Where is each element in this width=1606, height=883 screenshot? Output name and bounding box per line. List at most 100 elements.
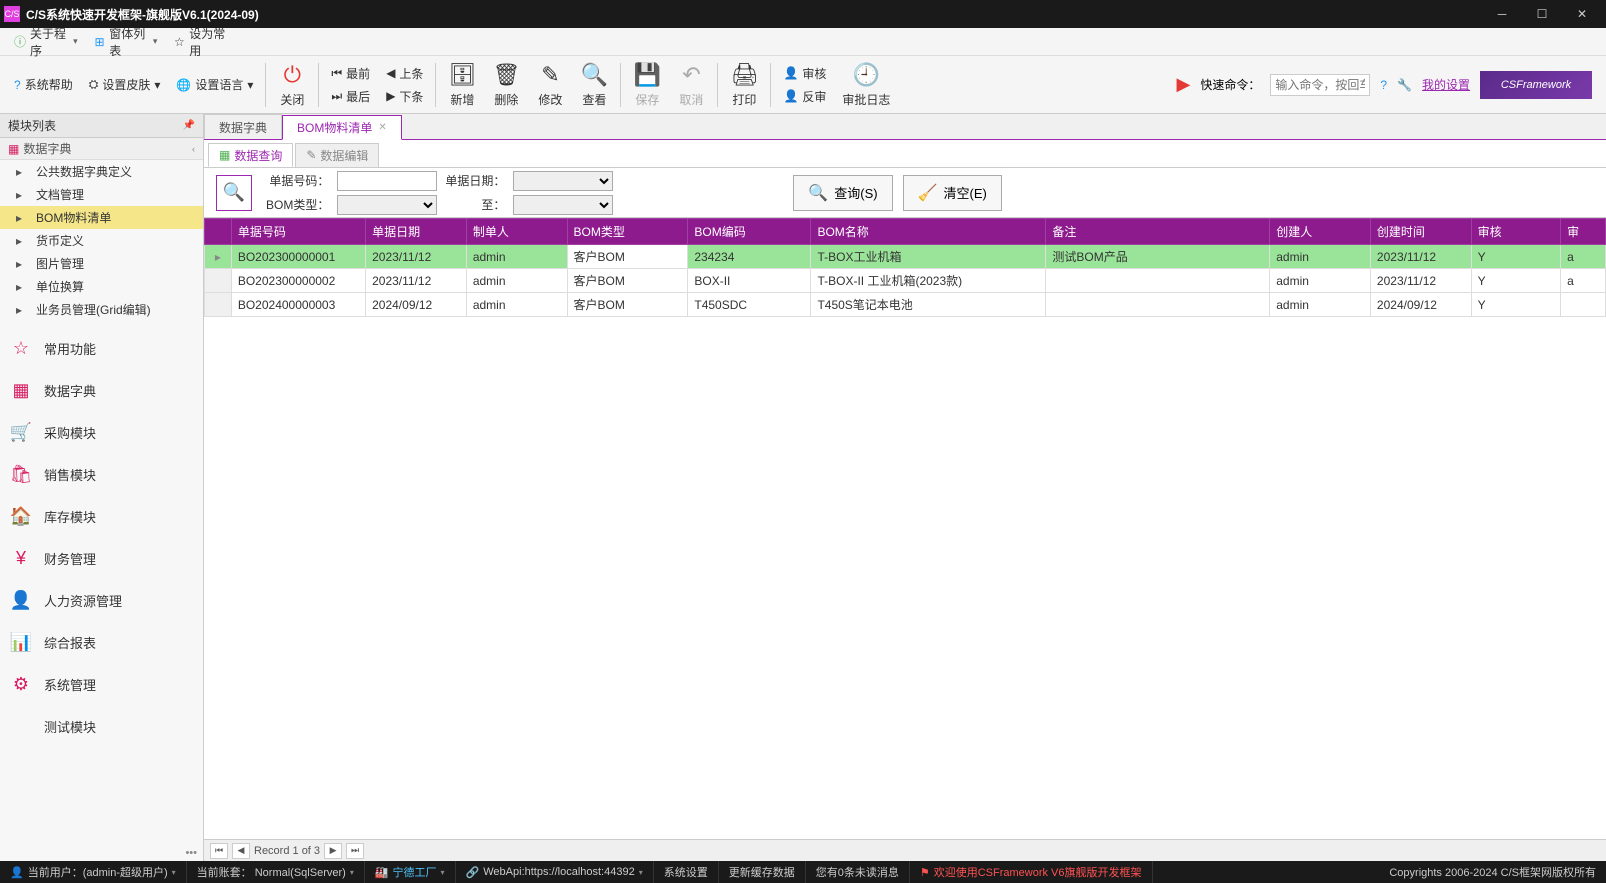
status-refresh-cache[interactable]: 更新缓存数据 [719,861,806,883]
audit-button[interactable]: 👤审核 [783,65,826,82]
status-account[interactable]: 当前账套： Normal(SqlServer)▾ [187,861,365,883]
table-cell[interactable]: 2023/11/12 [366,245,467,269]
close-window-button[interactable]: ✕ [1562,2,1602,26]
audit-log-button[interactable]: 🕘审批日志 [834,59,898,110]
delete-button[interactable]: 🗑删除 [484,59,528,110]
table-cell[interactable]: 客户BOM [567,293,688,317]
table-cell[interactable]: admin [466,245,567,269]
my-settings-link[interactable]: 我的设置 [1422,76,1470,93]
menu-set-default[interactable]: ☆设为常用 [165,23,237,61]
col-header[interactable]: BOM类型 [567,219,688,245]
nav-item[interactable]: ▦数据字典 [0,369,203,411]
nav-item[interactable]: ☆常用功能 [0,327,203,369]
nav-item[interactable]: ¥财务管理 [0,537,203,579]
col-header[interactable]: 单据号码 [231,219,365,245]
table-cell[interactable]: 2023/11/12 [1370,245,1471,269]
tree-item[interactable]: ▸图片管理 [0,252,203,275]
table-cell[interactable]: a [1561,245,1606,269]
tree-item[interactable]: ▸货币定义 [0,229,203,252]
subtab-query[interactable]: ▦数据查询 [208,143,293,167]
input-bom-type[interactable] [337,195,437,215]
input-doc-no[interactable] [337,171,437,191]
nav-item[interactable]: 🛍销售模块 [0,453,203,495]
table-cell[interactable]: admin [1270,269,1371,293]
table-cell[interactable]: 2024/09/12 [366,293,467,317]
table-cell[interactable]: 2023/11/12 [1370,269,1471,293]
sidebar-section-data-dict[interactable]: ▦ 数据字典 ‹ [0,138,203,160]
table-cell[interactable]: BOX-II [688,269,811,293]
nav-item[interactable]: 🏠库存模块 [0,495,203,537]
maximize-button[interactable]: ☐ [1522,2,1562,26]
table-cell[interactable]: T-BOX-II 工业机箱(2023款) [811,269,1046,293]
nav-last-button[interactable]: ⏭最后 [331,88,370,105]
table-cell[interactable]: a [1561,269,1606,293]
pin-icon[interactable]: 📌 [183,120,195,131]
clear-button[interactable]: 🧹清空(E) [903,175,1002,211]
status-user[interactable]: 👤当前用户：(admin-超级用户)▾ [0,861,187,883]
menu-language[interactable]: 🌐设置语言▾ [176,76,253,93]
nav-item[interactable]: 📊综合报表 [0,621,203,663]
input-doc-date-to[interactable] [513,195,613,215]
pager-prev[interactable]: ◀ [232,843,250,859]
add-button[interactable]: 🗄新增 [440,59,484,110]
tree-item[interactable]: ▸业务员管理(Grid编辑) [0,298,203,321]
close-button[interactable]: ⏻ 关闭 [270,59,314,110]
table-cell[interactable]: Y [1471,293,1561,317]
quick-cmd-input[interactable] [1270,74,1370,96]
nav-item[interactable]: 👤人力资源管理 [0,579,203,621]
tree-item[interactable]: ▸文档管理 [0,183,203,206]
col-header[interactable]: 创建人 [1270,219,1371,245]
table-cell[interactable]: 234234 [688,245,811,269]
col-header[interactable]: 制单人 [466,219,567,245]
edit-button[interactable]: ✎修改 [528,59,572,110]
table-cell[interactable]: admin [1270,245,1371,269]
col-header[interactable]: BOM编码 [688,219,811,245]
grid[interactable]: 单据号码单据日期制单人BOM类型BOM编码BOM名称备注创建人创建时间审核审▸B… [204,218,1606,839]
status-unread[interactable]: 您有0条未读消息 [806,861,910,883]
col-header[interactable]: 单据日期 [366,219,467,245]
help-bubble-icon[interactable]: ? [1380,78,1387,92]
table-cell[interactable] [1046,293,1270,317]
col-header[interactable]: BOM名称 [811,219,1046,245]
nav-item[interactable]: 🛒采购模块 [0,411,203,453]
table-cell[interactable]: 客户BOM [567,245,688,269]
nav-first-button[interactable]: ⏮最前 [331,65,370,82]
menu-windows[interactable]: ⊞窗体列表▾ [86,23,166,61]
pager-first[interactable]: ⏮ [210,843,228,859]
sidebar-more-icon[interactable]: ••• [185,847,197,859]
col-header[interactable]: 审 [1561,219,1606,245]
table-cell[interactable]: T450S笔记本电池 [811,293,1046,317]
table-cell[interactable]: 2024/09/12 [1370,293,1471,317]
table-cell[interactable]: admin [466,269,567,293]
nav-next-button[interactable]: ▶下条 [386,88,423,105]
menu-skin[interactable]: ⛭设置皮肤▾ [89,76,161,93]
tree-item[interactable]: ▸单位换算 [0,275,203,298]
tree-item[interactable]: ▸公共数据字典定义 [0,160,203,183]
table-cell[interactable] [1561,293,1606,317]
table-cell[interactable]: Y [1471,245,1561,269]
pager-next[interactable]: ▶ [324,843,342,859]
menu-help[interactable]: ?系统帮助 [14,76,73,93]
menu-about[interactable]: ⓘ关于程序▾ [6,23,86,61]
input-doc-date-from[interactable] [513,171,613,191]
close-icon[interactable]: ✕ [378,122,386,133]
table-cell[interactable]: 测试BOM产品 [1046,245,1270,269]
nav-item[interactable]: ⚙系统管理 [0,663,203,705]
status-factory[interactable]: 🏭宁德工厂▾ [365,861,456,883]
tab-bom[interactable]: BOM物料清单✕ [282,115,402,140]
tree-item[interactable]: ▸BOM物料清单 [0,206,203,229]
pager-last[interactable]: ⏭ [346,843,364,859]
col-header[interactable]: 审核 [1471,219,1561,245]
col-header[interactable]: 创建时间 [1370,219,1471,245]
print-button[interactable]: 🖨打印 [722,59,766,110]
nav-item[interactable]: 测试模块 [0,705,203,747]
table-cell[interactable]: 2023/11/12 [366,269,467,293]
table-cell[interactable]: BO202400000003 [231,293,365,317]
status-sys-settings[interactable]: 系统设置 [654,861,719,883]
table-cell[interactable] [1046,269,1270,293]
col-header[interactable]: 备注 [1046,219,1270,245]
nav-prev-button[interactable]: ◀上条 [386,65,423,82]
search-button[interactable]: 🔍查询(S) [793,175,892,211]
tab-data-dict[interactable]: 数据字典 [204,114,282,139]
status-webapi[interactable]: 🔗WebApi:https://localhost:44392▾ [456,861,654,883]
